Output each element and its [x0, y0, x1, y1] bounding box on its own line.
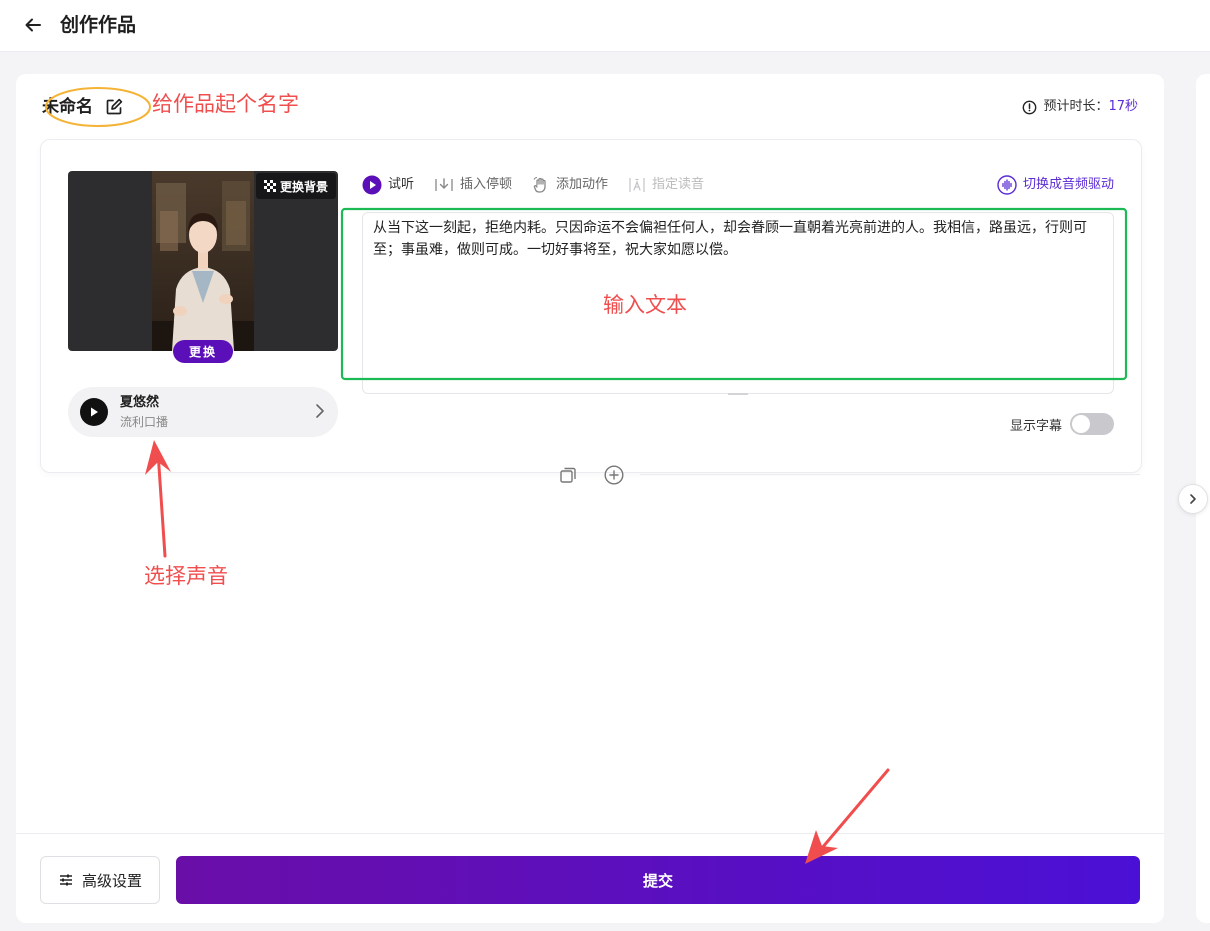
avatar-preview[interactable]: 更换背景	[68, 171, 338, 351]
change-background-label: 更换背景	[279, 179, 328, 194]
arrow-left-icon	[25, 18, 41, 32]
next-panel-button[interactable]	[1178, 484, 1208, 514]
edit-icon	[106, 98, 123, 115]
insert-pause-icon	[435, 178, 453, 191]
add-action-button[interactable]: 添加动作	[532, 174, 608, 196]
insert-pause-label: 插入停顿	[460, 177, 513, 192]
specify-pronunciation-label: 指定读音	[652, 177, 705, 192]
switch-audio-driver-button[interactable]: 切换成音频驱动	[997, 174, 1114, 196]
subtitle-toggle[interactable]	[1070, 413, 1114, 435]
avatar-image	[152, 171, 254, 351]
edit-name-button[interactable]	[104, 97, 124, 117]
page-title: 创作作品	[60, 14, 137, 36]
footer-divider	[16, 833, 1164, 834]
copy-icon	[560, 467, 576, 483]
top-bar: 创作作品	[0, 0, 1210, 52]
add-action-label: 添加动作	[556, 177, 609, 192]
change-background-button[interactable]: 更换背景	[255, 173, 336, 199]
subtitle-label: 显示字幕	[1009, 418, 1062, 434]
audio-wave-icon	[997, 175, 1017, 195]
chevron-right-icon	[316, 404, 324, 418]
submit-button[interactable]: 提交	[176, 856, 1140, 904]
specify-pronunciation-button[interactable]: 指定读音	[628, 174, 704, 196]
work-name[interactable]: 未命名	[42, 95, 93, 119]
plus-circle-icon	[604, 465, 624, 485]
voice-selector[interactable]: 夏悠然 流利口播	[68, 387, 338, 437]
replace-avatar-button[interactable]: 更换	[173, 340, 233, 363]
gesture-hand-icon	[533, 176, 546, 193]
script-toolbar: 试听 插入停顿 添加动作 指定读音	[362, 174, 724, 196]
voice-name: 夏悠然	[120, 395, 160, 410]
annotation-text-hint: 输入文本	[603, 293, 687, 317]
card-actions-divider	[640, 474, 1140, 475]
subtitle-setting: 显示字幕	[1010, 413, 1114, 435]
info-icon	[1023, 100, 1037, 114]
script-text-input[interactable]: 从当下这一刻起，拒绝内耗。只因命运不会偏袒任何人，却会眷顾一直朝着光亮前进的人。…	[362, 212, 1114, 394]
text-resize-handle[interactable]	[728, 393, 748, 395]
copy-scene-button[interactable]	[557, 464, 579, 486]
annotation-voice-hint: 选择声音	[144, 564, 228, 588]
background-pattern-icon	[263, 180, 276, 192]
voice-preview-button[interactable]	[80, 398, 108, 426]
duration-label: 预计时长：	[1043, 99, 1109, 114]
advanced-settings-button[interactable]: 高级设置	[40, 856, 160, 904]
sliders-icon	[59, 874, 72, 886]
pronunciation-icon	[629, 178, 645, 192]
voice-style: 流利口播	[120, 415, 169, 429]
switch-audio-driver-label: 切换成音频驱动	[1022, 177, 1114, 192]
estimated-duration: 预计时长： 17秒	[1022, 97, 1138, 117]
listen-button[interactable]: 试听	[362, 174, 414, 196]
advanced-settings-label: 高级设置	[81, 871, 142, 890]
insert-pause-button[interactable]: 插入停顿	[434, 174, 512, 196]
play-icon	[91, 407, 98, 417]
chevron-right-icon	[1190, 494, 1196, 504]
duration-value: 17秒	[1108, 99, 1138, 114]
add-scene-button[interactable]	[603, 464, 625, 486]
listen-label: 试听	[388, 177, 415, 192]
toggle-knob	[1072, 415, 1090, 433]
play-circle-icon	[362, 175, 382, 195]
back-button[interactable]	[20, 12, 46, 38]
annotation-name-hint: 给作品起个名字	[152, 92, 299, 116]
